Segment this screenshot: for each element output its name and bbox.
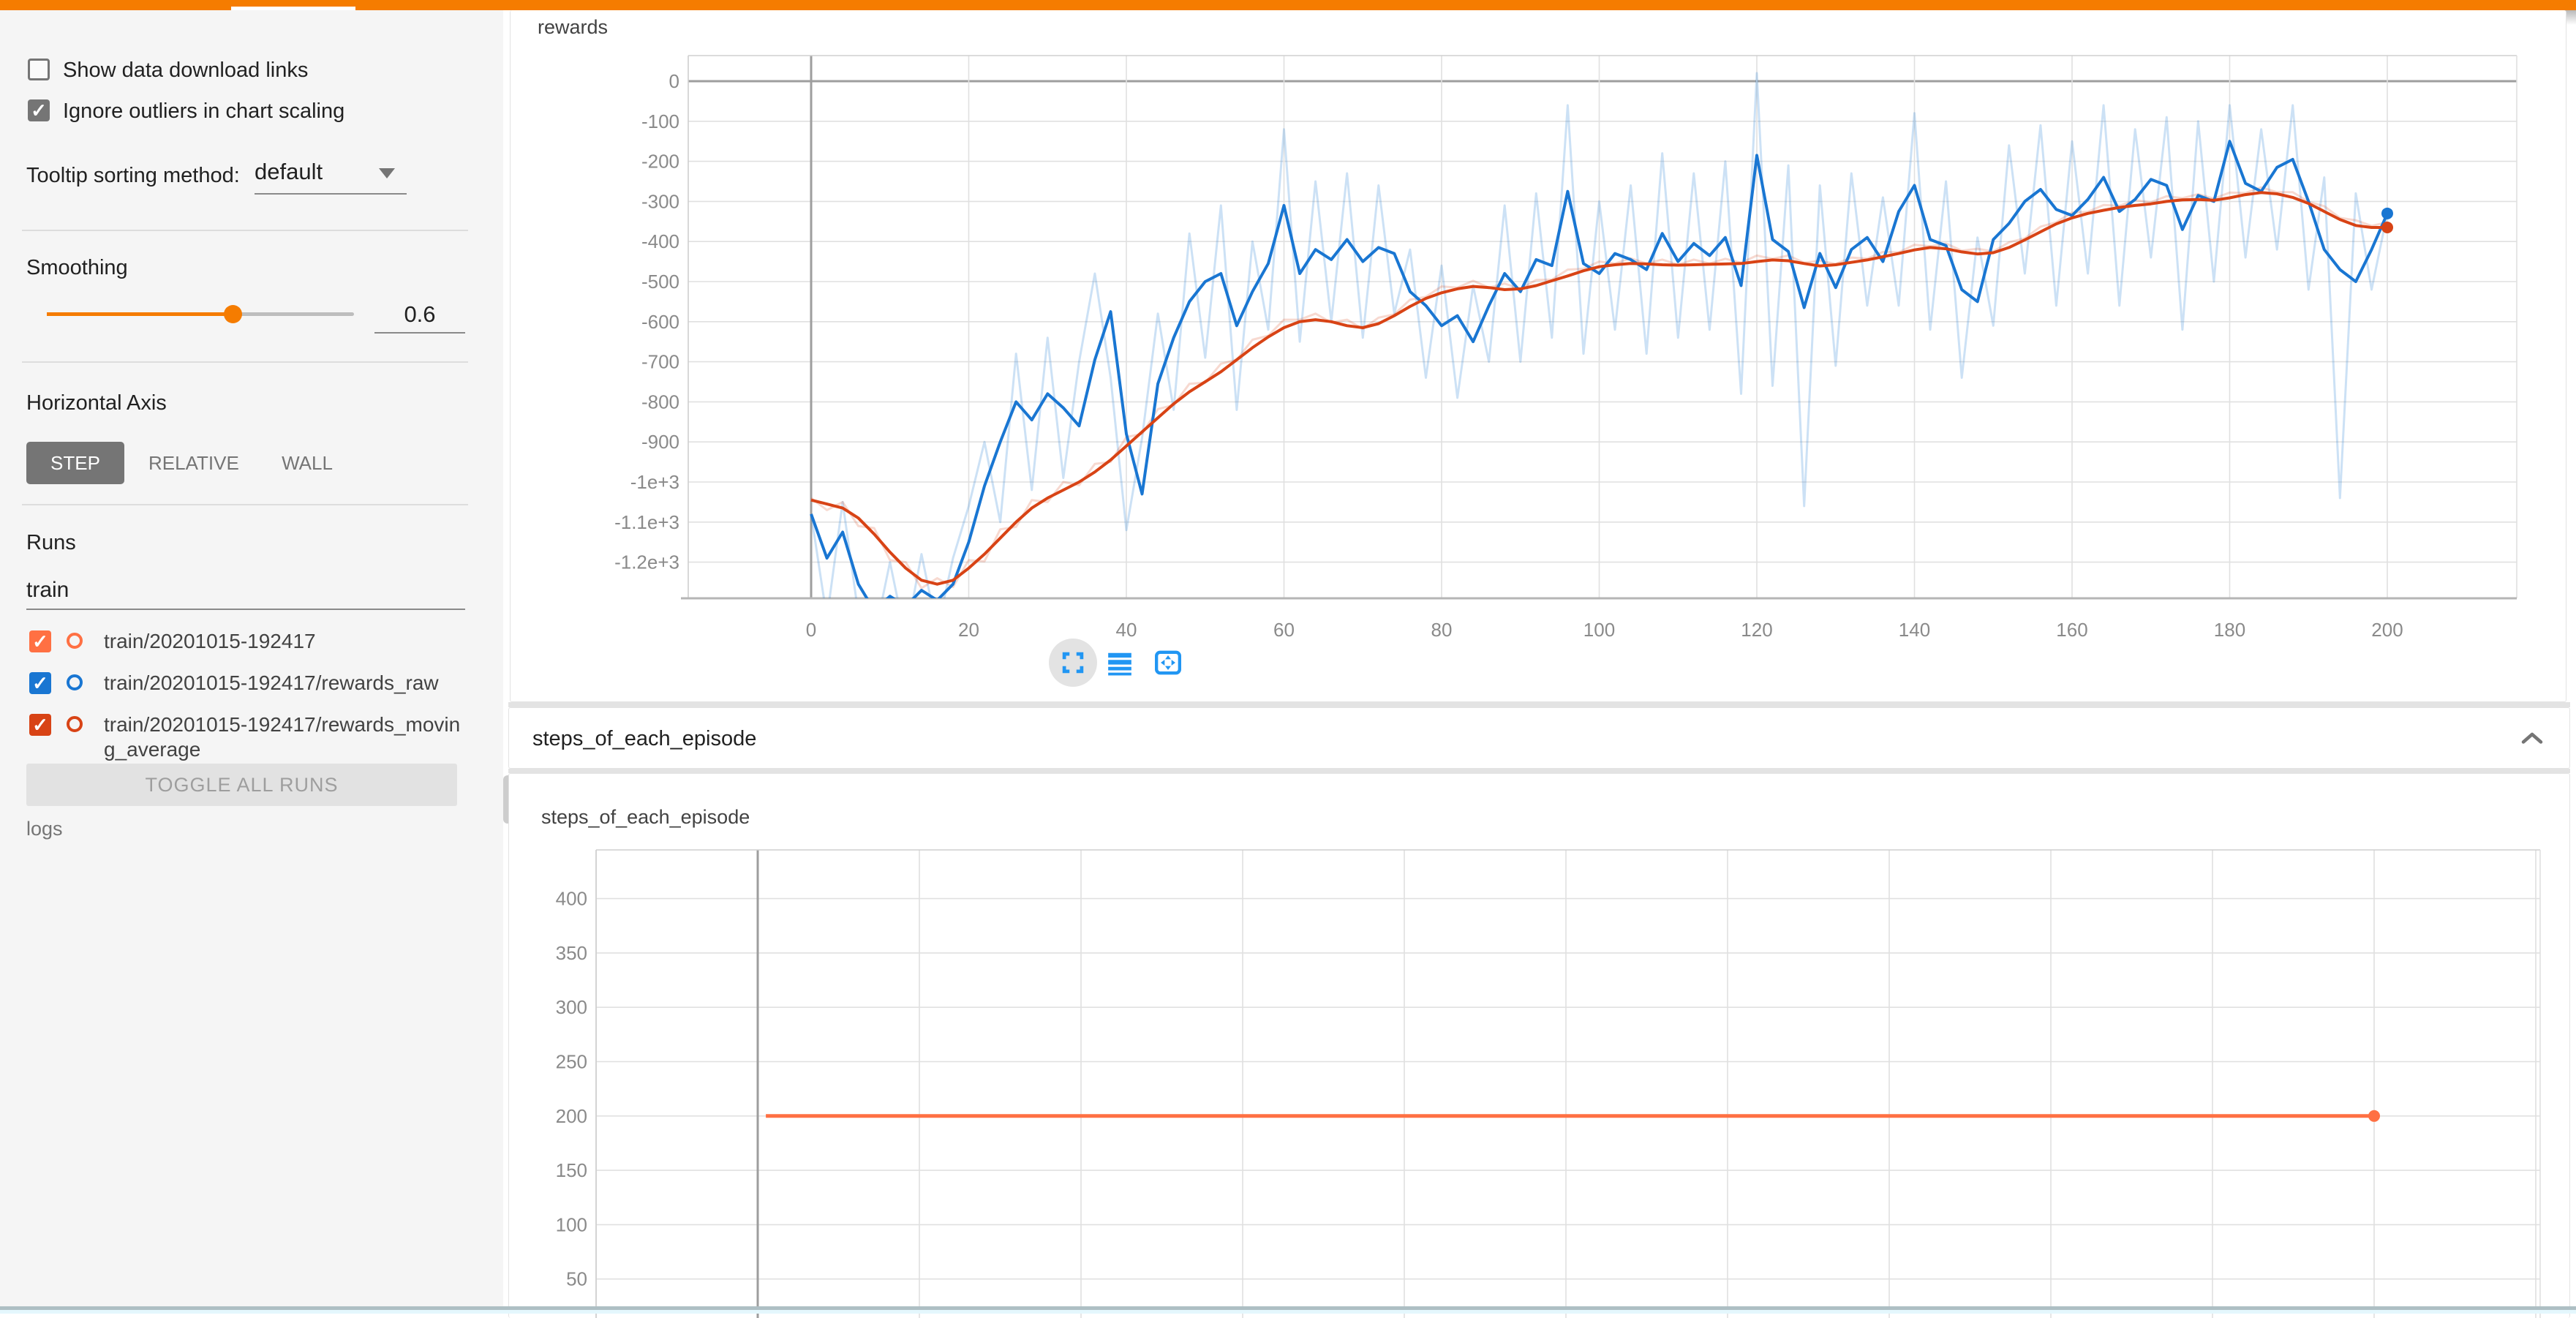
logs-label: logs bbox=[26, 818, 63, 840]
card-gap bbox=[508, 702, 2570, 707]
svg-text:-400: -400 bbox=[641, 230, 679, 252]
run2-checkbox[interactable]: ✓ bbox=[29, 672, 51, 694]
svg-text:250: 250 bbox=[556, 1051, 587, 1073]
fullscreen-icon[interactable] bbox=[1059, 649, 1087, 677]
svg-text:180: 180 bbox=[2214, 619, 2245, 641]
svg-text:20: 20 bbox=[958, 619, 979, 641]
smoothing-label: Smoothing bbox=[26, 256, 128, 280]
svg-text:60: 60 bbox=[1273, 619, 1295, 641]
app-toolbar bbox=[0, 0, 2576, 10]
run1-color-circle-icon bbox=[67, 633, 83, 649]
svg-text:-800: -800 bbox=[641, 391, 679, 413]
run-filter-underline bbox=[26, 609, 465, 610]
run3-label: train/20201015-192417/rewards_moving_ave… bbox=[104, 712, 470, 762]
svg-text:400: 400 bbox=[556, 888, 587, 910]
steps-chart-card: steps_of_each_episode 400350300250200150… bbox=[508, 773, 2570, 1318]
svg-text:200: 200 bbox=[2371, 619, 2403, 641]
svg-text:0: 0 bbox=[806, 619, 816, 641]
divider bbox=[22, 230, 468, 231]
steps-chart[interactable]: 400 350 300 250 200 150 100 50 bbox=[509, 774, 2569, 1318]
chevron-up-icon[interactable] bbox=[2517, 726, 2547, 752]
toggle-all-runs-button[interactable]: TOGGLE ALL RUNS bbox=[26, 764, 457, 806]
svg-text:50: 50 bbox=[566, 1268, 587, 1290]
svg-text:100: 100 bbox=[556, 1213, 587, 1235]
svg-text:300: 300 bbox=[556, 996, 587, 1018]
smoothing-value-underline bbox=[374, 332, 465, 334]
svg-text:-900: -900 bbox=[641, 431, 679, 453]
svg-text:-100: -100 bbox=[641, 110, 679, 132]
svg-text:140: 140 bbox=[1899, 619, 1930, 641]
section-header-title: steps_of_each_episode bbox=[532, 727, 756, 751]
tooltip-sorting-label: Tooltip sorting method: bbox=[26, 164, 240, 188]
svg-text:-200: -200 bbox=[641, 151, 679, 173]
run2-label: train/20201015-192417/rewards_raw bbox=[104, 671, 439, 696]
svg-text:120: 120 bbox=[1741, 619, 1772, 641]
ignore-outliers-checkbox[interactable]: ✓ bbox=[28, 99, 50, 121]
svg-text:-1.1e+3: -1.1e+3 bbox=[614, 511, 679, 533]
svg-text:-500: -500 bbox=[641, 271, 679, 293]
run2-color-circle-icon bbox=[67, 674, 83, 690]
svg-text:0: 0 bbox=[669, 70, 679, 92]
svg-text:350: 350 bbox=[556, 942, 587, 964]
tooltip-sorting-select[interactable]: default bbox=[255, 159, 323, 185]
run1-checkbox[interactable]: ✓ bbox=[29, 630, 51, 652]
data-table-icon[interactable] bbox=[1105, 649, 1134, 677]
smoothing-slider-fill bbox=[47, 312, 233, 316]
svg-text:-700: -700 bbox=[641, 351, 679, 373]
rewards-card: rewards 0-100-200-300-400-500-600-700-80… bbox=[510, 10, 2566, 702]
show-download-links-checkbox[interactable] bbox=[28, 59, 50, 80]
show-download-links-label: Show data download links bbox=[63, 59, 308, 83]
svg-text:-1.2e+3: -1.2e+3 bbox=[614, 551, 679, 573]
svg-text:160: 160 bbox=[2056, 619, 2087, 641]
divider bbox=[22, 361, 468, 363]
svg-text:-1e+3: -1e+3 bbox=[630, 471, 679, 493]
svg-text:40: 40 bbox=[1116, 619, 1137, 641]
run3-color-circle-icon bbox=[67, 716, 83, 732]
settings-sidebar: Show data download links ✓ Ignore outlie… bbox=[0, 10, 503, 1306]
run-filter-input[interactable]: train bbox=[26, 578, 69, 603]
svg-text:-600: -600 bbox=[641, 311, 679, 333]
svg-text:80: 80 bbox=[1431, 619, 1453, 641]
svg-text:100: 100 bbox=[1583, 619, 1615, 641]
tooltip-sorting-underline bbox=[255, 193, 407, 195]
axis-step-button[interactable]: STEP bbox=[26, 442, 124, 484]
smoothing-slider-knob[interactable] bbox=[224, 305, 242, 323]
run3-checkbox[interactable]: ✓ bbox=[29, 714, 51, 736]
horizontal-axis-label: Horizontal Axis bbox=[26, 391, 167, 415]
svg-text:150: 150 bbox=[556, 1159, 587, 1181]
axis-relative-button[interactable]: RELATIVE bbox=[148, 442, 236, 484]
svg-text:200: 200 bbox=[556, 1105, 587, 1127]
ignore-outliers-label: Ignore outliers in chart scaling bbox=[63, 99, 344, 124]
chevron-down-icon[interactable] bbox=[379, 168, 395, 178]
fit-to-data-icon[interactable] bbox=[1153, 648, 1183, 677]
divider bbox=[22, 504, 468, 505]
bottom-divider bbox=[0, 1310, 2576, 1314]
axis-wall-button[interactable]: WALL bbox=[282, 442, 333, 484]
run1-label: train/20201015-192417 bbox=[104, 629, 316, 654]
smoothing-value-input[interactable]: 0.6 bbox=[374, 301, 465, 328]
rewards-chart[interactable]: 0 -100 -200 -300 -400 -500 -600 -700 -800 -900 -1e… bbox=[511, 10, 2566, 647]
section-header-card[interactable]: steps_of_each_episode bbox=[508, 707, 2570, 769]
svg-text:-300: -300 bbox=[641, 190, 679, 212]
runs-label: Runs bbox=[26, 531, 76, 555]
